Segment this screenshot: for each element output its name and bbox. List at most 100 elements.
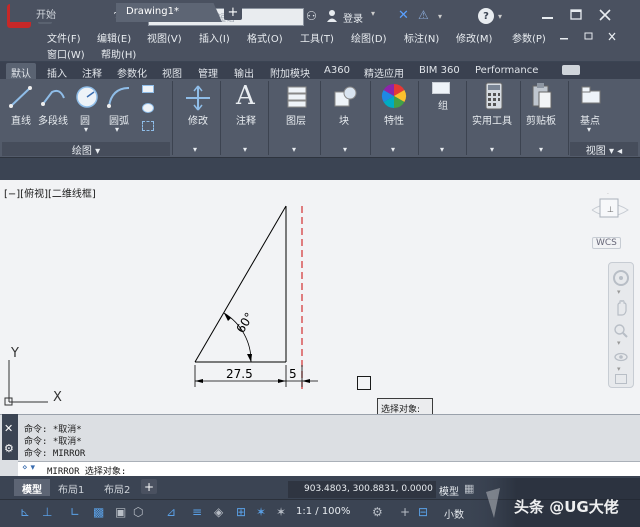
tab-manage[interactable]: 管理 — [193, 63, 223, 80]
menu-insert[interactable]: 插入(I) — [199, 30, 230, 45]
draw-panel-title[interactable]: 绘图 ▾ — [2, 142, 170, 157]
tab-layout1[interactable]: 布局1 — [50, 479, 92, 496]
wrench-icon[interactable]: ⚙ — [4, 442, 14, 455]
menu-file[interactable]: 文件(F) — [47, 30, 81, 45]
pan-icon[interactable] — [613, 299, 629, 317]
restore-icon[interactable] — [580, 32, 596, 42]
steering-wheel-icon[interactable] — [612, 269, 630, 287]
tab-drawing1[interactable]: Drawing1* — [116, 3, 222, 22]
command-prompt-icon[interactable]: ⋄ ▾ — [22, 463, 35, 473]
snap-icon[interactable]: ⊾ — [20, 505, 30, 519]
isodraft-icon[interactable]: ▣ — [115, 505, 126, 519]
menu-window[interactable]: 窗口(W) — [47, 46, 85, 61]
menu-parametric[interactable]: 参数(P) — [512, 30, 546, 45]
calculator-icon[interactable] — [484, 82, 504, 110]
menu-draw[interactable]: 绘图(D) — [351, 30, 387, 45]
base-view-icon[interactable] — [580, 85, 602, 105]
tab-featured-apps[interactable]: 精选应用 — [359, 63, 409, 80]
tab-bim360[interactable]: BIM 360 — [414, 63, 465, 79]
move-icon[interactable] — [184, 84, 212, 112]
annotation-button[interactable]: 注释 — [236, 112, 256, 127]
lineweight-icon[interactable]: ≡ — [192, 505, 202, 519]
block-button[interactable]: 块 — [339, 112, 349, 127]
annotation-monitor-icon[interactable]: + — [400, 505, 410, 519]
menu-view[interactable]: 视图(V) — [147, 30, 182, 45]
transparency-icon[interactable]: ◈ — [214, 505, 223, 519]
chevron-down-icon[interactable]: ▾ — [193, 145, 197, 154]
coordinate-readout[interactable]: 903.4803, 300.8831, 0.0000 — [288, 481, 436, 498]
chevron-down-icon[interactable]: ▾ — [490, 145, 494, 154]
dimension-text-5[interactable]: 5 — [289, 367, 297, 381]
menu-dimension[interactable]: 标注(N) — [404, 30, 439, 45]
chevron-down-icon[interactable]: ▾ — [343, 145, 347, 154]
object-snap-icon[interactable]: ⊿ — [166, 505, 176, 519]
chevron-down-icon[interactable]: ▾ — [438, 12, 442, 21]
chevron-down-icon[interactable]: ▾ — [84, 125, 88, 134]
line-button[interactable]: 直线 — [11, 112, 31, 127]
orbit-icon[interactable] — [613, 349, 629, 365]
maximize-icon[interactable] — [566, 6, 586, 24]
tab-performance[interactable]: Performance — [470, 63, 543, 79]
menu-modify[interactable]: 修改(M) — [456, 30, 492, 45]
text-icon[interactable]: A — [236, 81, 255, 111]
close-icon[interactable]: ✕ — [4, 422, 13, 435]
chevron-down-icon[interactable]: ▾ — [292, 145, 296, 154]
chevron-down-icon[interactable]: ▾ — [539, 145, 543, 154]
chevron-down-icon[interactable]: ▾ — [617, 365, 621, 373]
login-button[interactable]: 登录 — [343, 10, 363, 25]
minimize-icon[interactable] — [556, 32, 572, 42]
tab-start[interactable]: 开始 — [10, 3, 118, 22]
model-space-button[interactable]: 模型 — [436, 481, 464, 498]
modify-button[interactable]: 修改 — [188, 112, 208, 127]
chevron-down-icon[interactable]: ▾ — [115, 125, 119, 134]
minimize-icon[interactable] — [538, 6, 558, 24]
color-wheel-icon[interactable] — [380, 82, 408, 110]
tab-insert[interactable]: 插入 — [42, 63, 72, 80]
selection-cycling-icon[interactable]: ⊞ — [236, 505, 246, 519]
add-layout-button[interactable]: + — [141, 479, 157, 494]
utilities-button[interactable]: 实用工具 — [472, 112, 512, 127]
wcs-menu[interactable]: WCS — [592, 237, 621, 249]
menu-help[interactable]: 帮助(H) — [101, 46, 136, 61]
chevron-down-icon[interactable]: ▾ — [243, 145, 247, 154]
group-icon[interactable] — [432, 82, 450, 94]
chevron-down-icon[interactable]: ▾ — [498, 12, 502, 21]
tab-annotate[interactable]: 注释 — [77, 63, 107, 80]
polar-tracking-icon[interactable]: ▩ — [93, 505, 104, 519]
annotation-scale-button[interactable]: 1:1 / 100% — [296, 506, 350, 517]
chevron-down-icon[interactable]: ▾ — [440, 145, 444, 154]
layers-icon[interactable] — [284, 84, 310, 110]
angle-dimension-text[interactable]: 60° — [233, 310, 256, 335]
tab-default[interactable]: 默认 — [6, 63, 36, 80]
exchange-apps-icon[interactable]: ✕ — [398, 8, 412, 23]
polyline-icon[interactable] — [40, 84, 68, 110]
menu-format[interactable]: 格式(O) — [247, 30, 283, 45]
polyline-button[interactable]: 多段线 — [38, 112, 68, 127]
circle-icon[interactable] — [74, 84, 100, 110]
clipboard-icon[interactable] — [530, 82, 554, 110]
ribbon-options-icon[interactable] — [562, 65, 580, 75]
arc-icon[interactable] — [106, 84, 132, 110]
annotation-visibility-icon[interactable]: ✶ — [256, 505, 266, 519]
ortho-icon[interactable]: ∟ — [70, 505, 80, 519]
view-panel-title[interactable]: 视图 ▾ ◂ — [570, 142, 638, 157]
tab-a360[interactable]: A360 — [319, 63, 355, 79]
menu-tools[interactable]: 工具(T) — [300, 30, 334, 45]
new-tab-button[interactable]: + — [224, 4, 242, 20]
workspace-switch-icon[interactable]: ⚙ — [372, 505, 383, 519]
units-dropdown[interactable]: 小数 — [444, 506, 464, 521]
group-button[interactable]: 组 — [438, 97, 448, 112]
chevron-down-icon[interactable]: ▾ — [617, 288, 621, 296]
layers-button[interactable]: 图层 — [286, 112, 306, 127]
chevron-down-icon[interactable]: ▾ — [391, 145, 395, 154]
user-icon[interactable] — [326, 9, 338, 23]
tab-output[interactable]: 输出 — [229, 63, 259, 80]
a360-icon[interactable]: ⚠ — [418, 8, 436, 22]
auto-scale-icon[interactable]: ✶ — [276, 505, 286, 519]
close-icon[interactable] — [595, 6, 615, 24]
chevron-down-icon[interactable]: ▾ — [371, 9, 375, 18]
triangle-hypotenuse[interactable] — [194, 205, 287, 363]
close-icon[interactable] — [604, 32, 620, 42]
tab-model[interactable]: 模型 — [14, 479, 50, 496]
showmotion-icon[interactable] — [615, 374, 627, 384]
